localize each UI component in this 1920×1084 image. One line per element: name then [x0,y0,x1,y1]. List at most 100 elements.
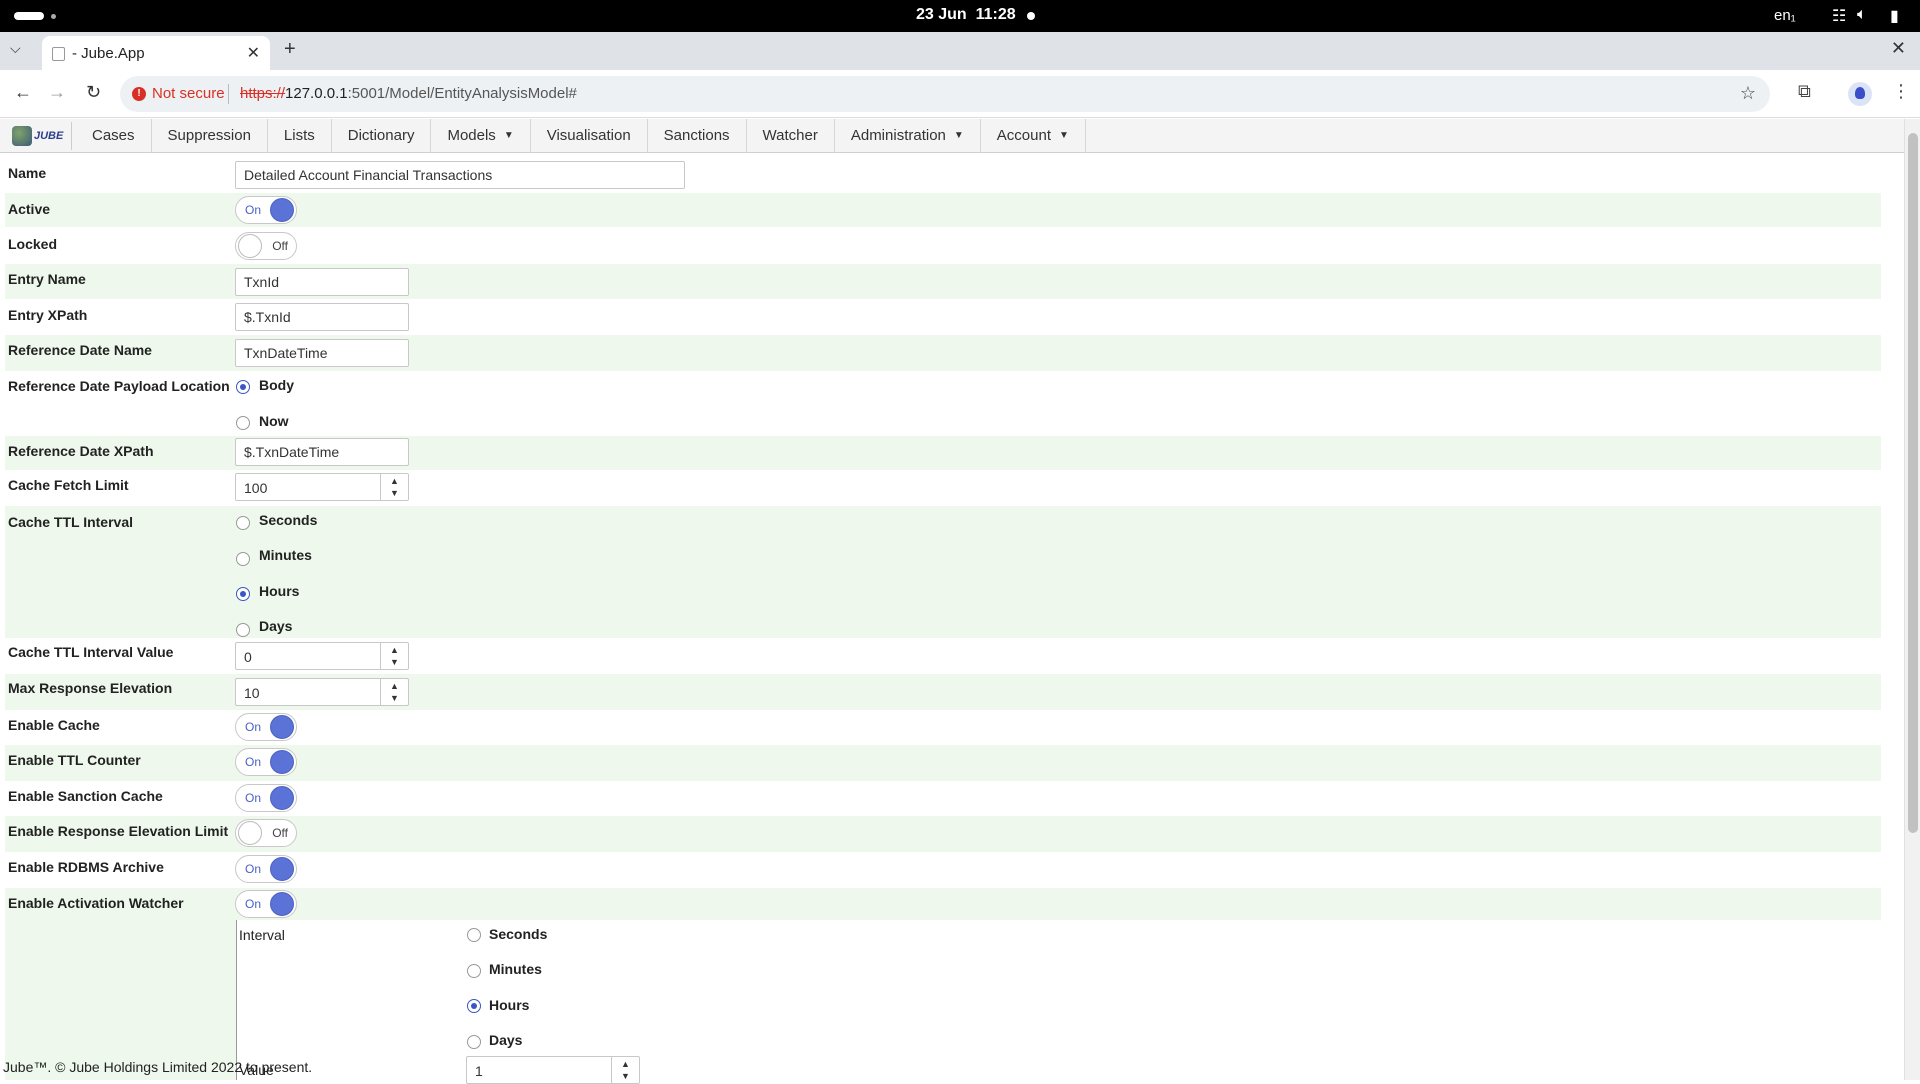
not-secure-label[interactable]: Not secure [152,85,225,102]
toggle-state: Off [272,826,288,840]
radio-ttl-seconds-label[interactable]: Seconds [259,512,317,528]
enable-activation-watcher-label: Enable Activation Watcher [8,895,184,911]
radio-watcher-days-label[interactable]: Days [489,1032,522,1048]
enable-sanction-cache-toggle[interactable]: On [235,784,297,812]
tab-search-chevron-icon[interactable]: ⌵ [10,40,21,57]
radio-body[interactable] [236,380,250,394]
radio-ttl-minutes[interactable] [236,552,250,566]
clock-date: 23 Jun [916,6,967,23]
entry-name-input[interactable] [235,268,409,296]
radio-now-label[interactable]: Now [259,413,289,429]
enable-ttl-counter-toggle[interactable]: On [235,748,297,776]
ref-date-xpath-input[interactable] [235,438,409,466]
chevron-down-icon: ▼ [503,130,514,142]
back-arrow-icon[interactable]: ← [14,82,32,103]
nav-item-label: Visualisation [546,127,631,144]
nav-item-watcher[interactable]: Watcher [747,119,835,153]
radio-ttl-days-label[interactable]: Days [259,618,292,634]
url-text[interactable]: https://127.0.0.1:5001/Model/EntityAnaly… [240,85,577,102]
system-clock[interactable]: 23 Jun 11:28 [916,6,1016,24]
radio-ttl-hours-label[interactable]: Hours [259,583,299,599]
toggle-knob [270,786,294,810]
nav-item-label: Lists [283,127,315,144]
locked-toggle[interactable]: Off [235,232,297,260]
radio-watcher-seconds-label[interactable]: Seconds [489,926,547,942]
nav-item-sanctions[interactable]: Sanctions [648,119,747,153]
row-locked: Locked Off [5,228,1881,264]
address-bar[interactable]: ! Not secure https://127.0.0.1:5001/Mode… [120,76,1770,112]
enable-activation-watcher-toggle[interactable]: On [235,890,297,918]
bookmark-star-icon[interactable]: ☆ [1740,83,1756,104]
radio-now[interactable] [236,416,250,430]
cache-ttl-value-input[interactable]: 0 ▲ ▼ [235,642,409,670]
enable-cache-toggle[interactable]: On [235,713,297,741]
radio-ttl-hours[interactable] [236,587,250,601]
enable-rdbms-archive-toggle[interactable]: On [235,855,297,883]
window-close-icon[interactable]: ✕ [1891,38,1906,59]
active-toggle[interactable]: On [235,196,297,224]
enable-response-elevation-limit-toggle[interactable]: Off [235,819,297,847]
browser-tab-active[interactable]: - Jube.App ✕ [42,36,270,70]
nav-item-label: Suppression [167,127,251,144]
radio-watcher-days[interactable] [467,1035,481,1049]
cache-fetch-limit-input[interactable]: 100 ▲ ▼ [235,473,409,501]
toggle-state: On [245,720,262,734]
radio-ttl-days[interactable] [236,623,250,637]
volume-icon[interactable]: 🔈︎ [1857,6,1867,24]
radio-watcher-hours[interactable] [467,999,481,1013]
ref-date-xpath-label: Reference Date XPath [8,443,154,459]
spinner-arrows-icon[interactable]: ▲ ▼ [611,1057,639,1083]
number-value: 10 [244,685,260,701]
nav-item-models[interactable]: Models ▼ [431,119,531,153]
radio-ttl-seconds[interactable] [236,516,250,530]
nav-item-dictionary[interactable]: Dictionary [332,119,432,153]
browser-menu-kebab-icon[interactable]: ⋮ [1892,81,1910,102]
nav-item-suppression[interactable]: Suppression [152,119,268,153]
address-separator [228,84,229,104]
keyboard-layout[interactable]: en₁ [1774,7,1796,24]
toggle-knob [270,198,294,222]
activities-indicator[interactable] [14,12,44,20]
network-icon[interactable]: ☷ [1832,6,1846,26]
toggle-state: On [245,862,262,876]
row-active: Active On [5,193,1881,227]
ref-date-name-input[interactable] [235,339,409,367]
nav-item-account[interactable]: Account ▼ [981,119,1086,153]
spinner-arrows-icon[interactable]: ▲ ▼ [380,643,408,669]
row-ref-date-payload: Reference Date Payload Location Body Now [5,371,1881,437]
page-scrollbar[interactable] [1904,119,1920,1080]
max-response-elevation-input[interactable]: 10 ▲ ▼ [235,678,409,706]
entry-xpath-input[interactable] [235,303,409,331]
spinner-arrows-icon[interactable]: ▲ ▼ [380,474,408,500]
radio-watcher-hours-label[interactable]: Hours [489,997,529,1013]
toggle-state: On [245,203,262,217]
radio-body-label[interactable]: Body [259,377,294,393]
nav-item-administration[interactable]: Administration ▼ [835,119,981,153]
nav-item-visualisation[interactable]: Visualisation [531,119,648,153]
scrollbar-thumb[interactable] [1908,133,1918,833]
security-warning-icon[interactable]: ! [132,87,146,101]
number-value: 0 [244,649,252,665]
radio-ttl-minutes-label[interactable]: Minutes [259,547,312,563]
battery-icon[interactable]: ▮ [1890,6,1899,26]
nav-item-cases[interactable]: Cases [76,119,152,153]
profile-avatar-icon[interactable] [1848,82,1872,106]
reload-icon[interactable]: ↻ [86,82,101,103]
tab-close-icon[interactable]: ✕ [247,43,260,63]
nav-item-lists[interactable]: Lists [268,119,332,153]
radio-watcher-seconds[interactable] [467,928,481,942]
radio-watcher-minutes[interactable] [467,964,481,978]
ref-date-name-label: Reference Date Name [8,342,152,358]
extensions-puzzle-icon[interactable]: ⧉ [1798,81,1811,102]
name-input[interactable] [235,161,685,189]
name-label: Name [8,165,47,181]
toggle-state: Off [272,239,288,253]
spinner-arrows-icon[interactable]: ▲ ▼ [380,679,408,705]
row-name: Name [5,158,1881,192]
jube-logo[interactable]: JUBE [6,122,72,150]
active-label: Active [8,201,51,217]
jube-logo-text: JUBE [34,130,64,142]
radio-watcher-minutes-label[interactable]: Minutes [489,961,542,977]
forward-arrow-icon[interactable]: → [48,82,66,103]
new-tab-plus-icon[interactable]: + [284,38,296,61]
